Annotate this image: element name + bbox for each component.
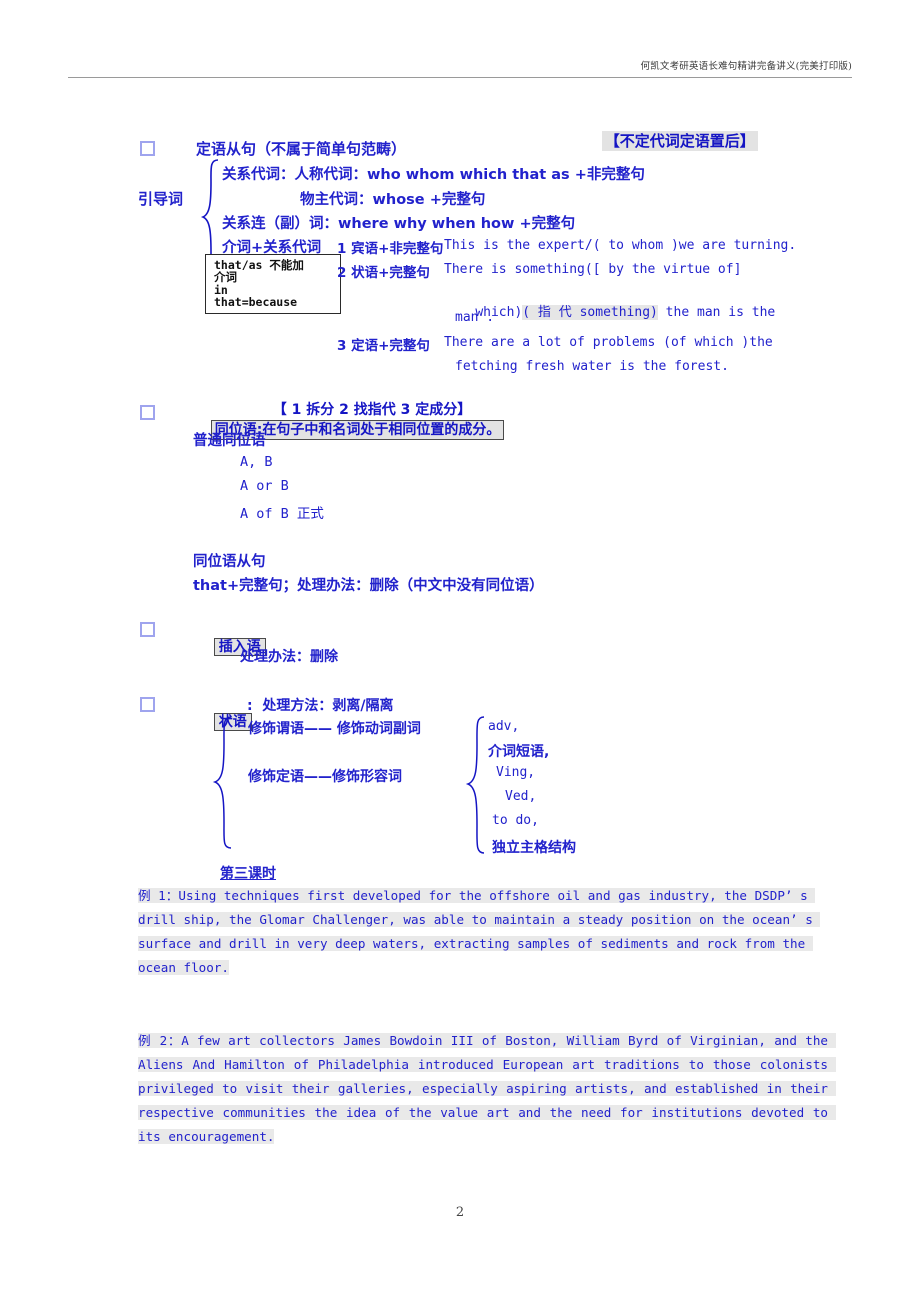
adverbial-right-item-5: to do, [492, 813, 539, 828]
example-1-label: 例 1： [138, 888, 179, 903]
label-item3: 3 定语+完整句 [337, 338, 430, 354]
checkbox-adverbial[interactable] [140, 697, 155, 712]
adverbial-right-item-3: Ving, [496, 765, 536, 780]
line-relative-pronoun: 关系代词：人称代词：who whom which that as +非完整句 [222, 167, 645, 183]
line-possessive-pronoun: 物主代词：whose +完整句 [300, 192, 486, 208]
label-item1: 1 宾语+非完整句 [337, 241, 444, 257]
checkbox-appositive[interactable] [140, 405, 155, 420]
text-item2-line1: There is something([ by the virtue of] [444, 262, 742, 277]
banner-indefinite-pronoun: 【不定代词定语置后】 [584, 112, 758, 169]
text-item2-refers-to: ( 指 代 something) [522, 305, 658, 320]
banner-indefinite-pronoun-label: 【不定代词定语置后】 [601, 131, 758, 151]
note-line-2: 介词 [214, 270, 237, 285]
example-1-text: Using techniques first developed for the… [138, 888, 821, 975]
adverbial-right-item-6: 独立主格结构 [492, 840, 576, 856]
line-relative-adverb: 关系连（副）词：where why when how +完整句 [222, 216, 576, 232]
label-item2: 2 状语+完整句 [337, 265, 430, 281]
document-page: 何凯文考研英语长难句精讲完备讲义(完美打印版) 【不定代词定语置后】 定语从句（… [0, 0, 920, 1302]
adverbial-right-item-4: Ved, [505, 789, 537, 804]
adverbial-right-item-2: 介词短语, [488, 744, 550, 760]
appositive-form-1: A, B [240, 454, 273, 470]
adverbial-left-item-1: 修饰谓语—— 修饰动词副词 [248, 721, 421, 737]
appositive-form-2: A or B [240, 478, 289, 494]
text-item3-line1: There are a lot of problems (of which )t… [444, 335, 773, 350]
text-item3-line2: fetching fresh water is the forest. [455, 359, 729, 374]
adverbial-right-item-1: adv, [488, 719, 520, 734]
appositive-form-3: A of B 正式 [240, 506, 324, 522]
page-header: 何凯文考研英语长难句精讲完备讲义(完美打印版) [68, 56, 852, 78]
text-item2-rest: the man is the [657, 305, 776, 320]
text-item2-line3: man . [455, 310, 495, 325]
text-item1: This is the expert/( to whom )we are tur… [444, 238, 797, 253]
label-ordinary-appositive: 普通同位语 [193, 433, 266, 449]
checkbox-attributive-clause[interactable] [140, 141, 155, 156]
note-line-4: that=because [214, 295, 298, 310]
label-appositive-clause: 同位语从句 [193, 554, 266, 570]
brace-adverbial-left [212, 716, 232, 849]
heading-attributive-clause: 定语从句（不属于简单句范畴） [196, 140, 407, 158]
example-2-text: A few art collectors James Bowdoin III o… [138, 1033, 836, 1144]
rule-appositive-clause: that+完整句；处理办法：删除（中文中没有同位语） [193, 578, 544, 594]
label-lesson-three: 第三课时 [220, 866, 276, 882]
example-2-label: 例 2： [138, 1033, 182, 1048]
method-parenthesis: 处理办法：删除 [240, 649, 338, 665]
brace-adverbial-right [465, 716, 485, 854]
method-adverbial: : 处理方法：剥离/隔离 [247, 698, 394, 714]
checkbox-parenthesis[interactable] [140, 622, 155, 637]
example-1: 例 1：Using techniques first developed for… [138, 884, 828, 980]
note-box-that-as: that/as 不能加 介词 in that=because [205, 254, 341, 314]
example-2: 例 2：A few art collectors James Bowdoin I… [138, 1029, 836, 1149]
header-title: 何凯文考研英语长难句精讲完备讲义(完美打印版) [640, 61, 852, 72]
label-guide-words: 引导词 [138, 190, 184, 208]
adverbial-left-item-2: 修饰定语——修饰形容词 [248, 769, 402, 785]
page-number: 2 [455, 1205, 465, 1220]
